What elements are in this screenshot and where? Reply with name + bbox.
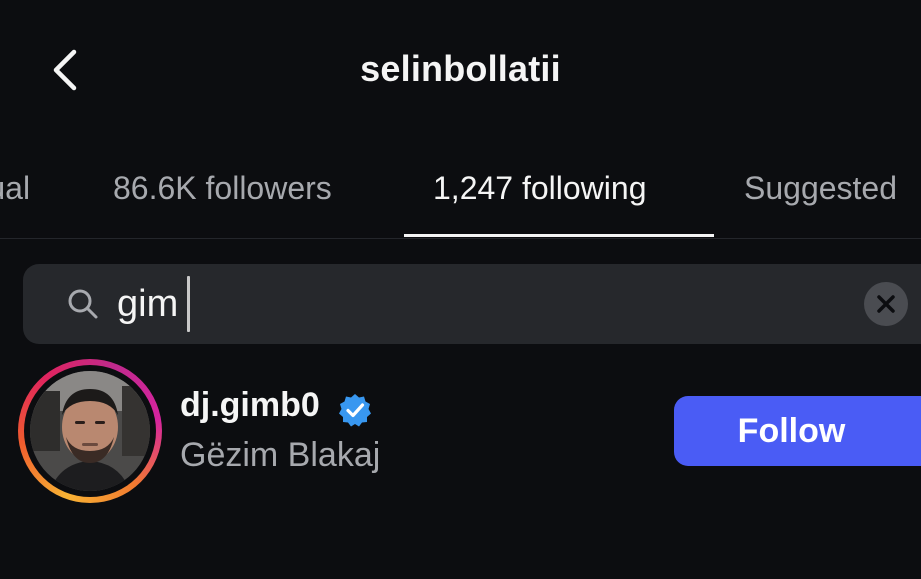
page-title: selinbollatii (360, 48, 561, 89)
active-tab-indicator (404, 234, 714, 237)
verified-badge-icon (339, 394, 371, 427)
tab-followers[interactable]: 86.6K followers (113, 170, 332, 207)
tab-mutual[interactable]: Mutual (0, 170, 30, 207)
follow-button[interactable]: Follow (674, 396, 921, 466)
close-icon (877, 295, 895, 313)
header: selinbollatii (0, 0, 921, 140)
avatar[interactable] (30, 371, 150, 491)
search-bar (23, 264, 921, 344)
username[interactable]: dj.gimb0 (180, 386, 320, 425)
story-ring[interactable] (18, 359, 162, 503)
tab-suggested[interactable]: Suggested (744, 170, 897, 207)
tab-bar: Mutual 86.6K followers 1,247 following S… (0, 150, 921, 239)
search-input[interactable] (117, 276, 857, 332)
avatar-border (24, 365, 156, 497)
text-cursor (187, 276, 190, 332)
list-item[interactable]: dj.gimb0 Gëzim Blakaj Follow (0, 356, 921, 506)
tab-following[interactable]: 1,247 following (433, 170, 646, 207)
search-icon (68, 289, 98, 319)
profile-photo (30, 371, 150, 491)
clear-search-button[interactable] (864, 282, 908, 326)
full-name: Gëzim Blakaj (180, 436, 381, 474)
